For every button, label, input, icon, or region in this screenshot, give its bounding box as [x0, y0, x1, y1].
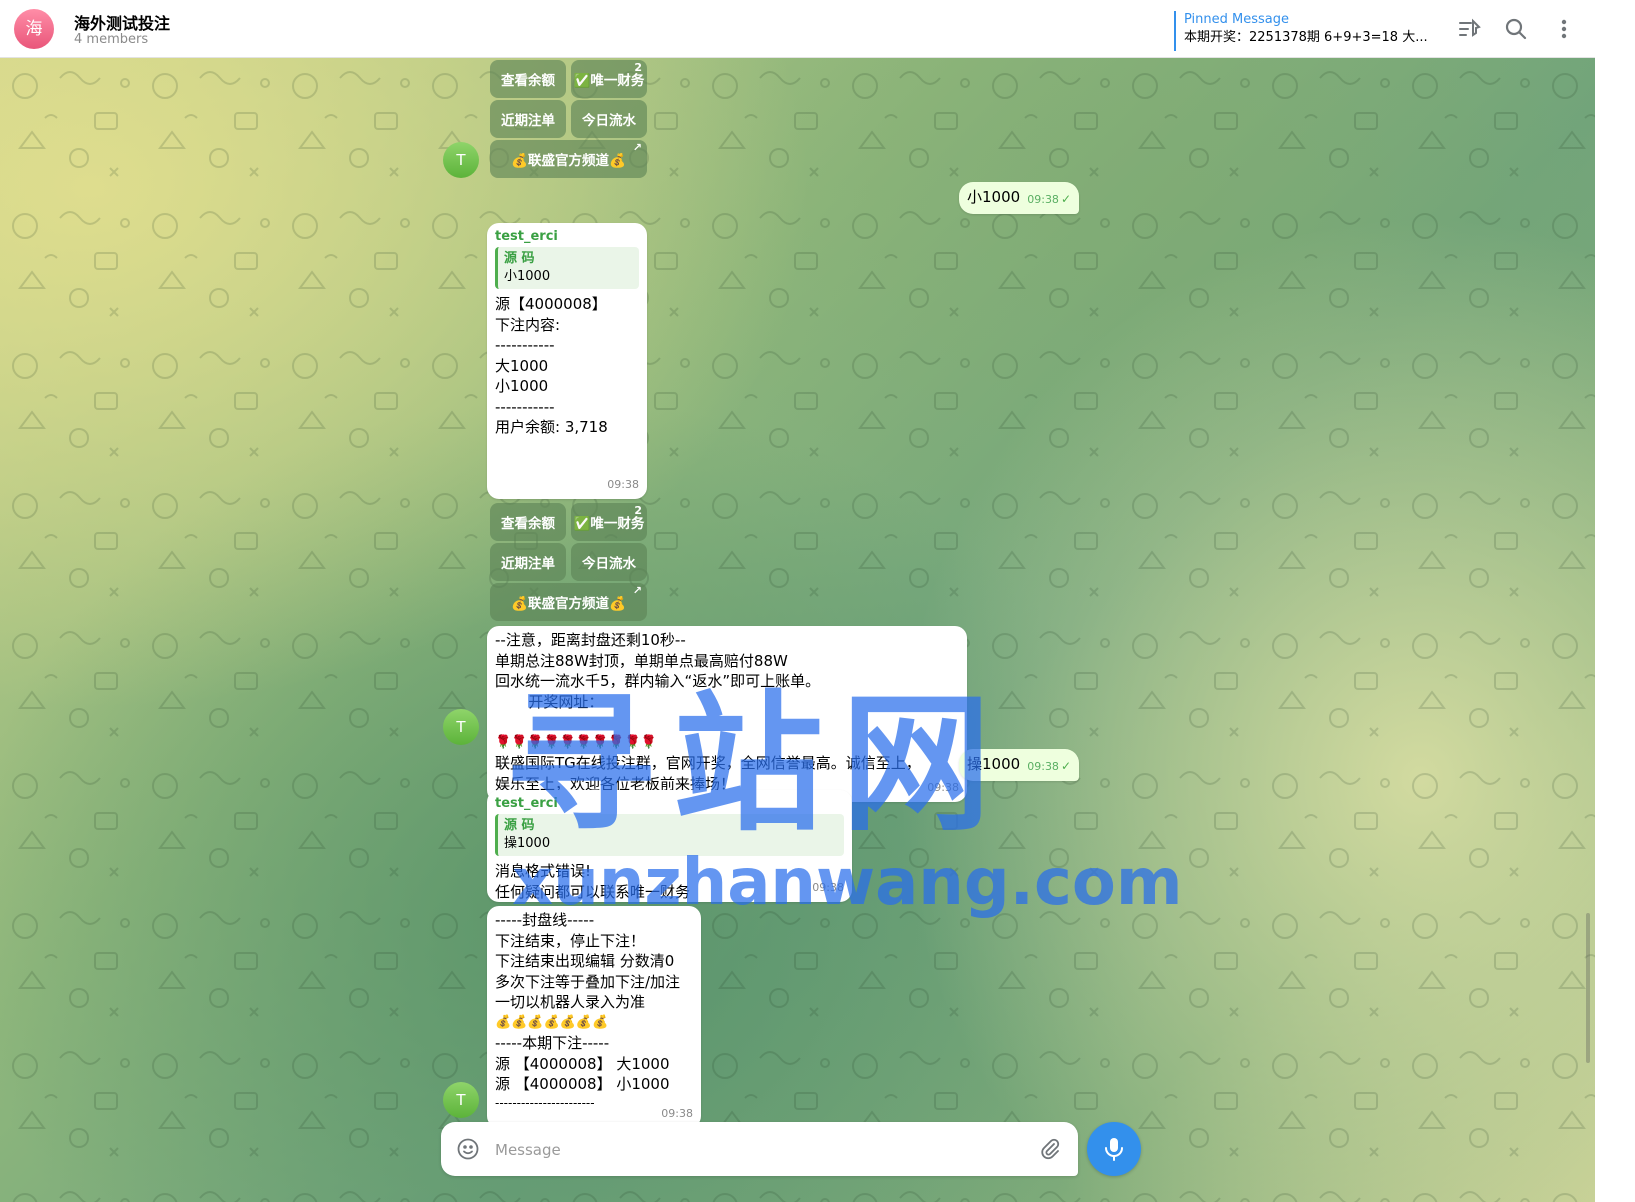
message-line: 下注结束出现编辑 分数清0 [495, 952, 675, 970]
window-edge [1595, 0, 1635, 1202]
kb2-recent-bets-button[interactable]: 近期注单 [490, 543, 566, 581]
attach-icon[interactable] [1038, 1137, 1062, 1161]
kb2-today-flow-button[interactable]: 今日流水 [571, 543, 647, 581]
kb2-finance-button[interactable]: ✅唯一财务 2 [571, 503, 647, 541]
message-text: 小1000 [967, 188, 1021, 206]
group-avatar[interactable]: 海 [14, 9, 54, 49]
pinned-message-label: Pinned Message [1184, 12, 1290, 27]
message-line: 源 【4000008】 小1000 [495, 1075, 670, 1093]
sender-name[interactable]: test_erci [495, 229, 639, 245]
moneybag-emoji-line: 💰💰💰💰💰💰💰 [495, 1014, 609, 1030]
external-link-icon: ↗ [632, 584, 642, 597]
user-avatar[interactable]: T [443, 1082, 479, 1118]
message-line: 源 【4000008】 大1000 [495, 1054, 670, 1073]
more-options-icon[interactable] [1550, 15, 1578, 43]
incoming-message[interactable]: -----封盘线----- 下注结束，停止下注！ 下注结束出现编辑 分数清0 多… [487, 906, 701, 1128]
user-avatar[interactable]: T [443, 142, 479, 178]
message-line: ----------- [495, 336, 555, 354]
message-line: 用户余额: 3,718 [495, 418, 608, 436]
message-line: 单期总注88W封顶，单期单点最高赔付88W [495, 651, 788, 670]
message-line: --注意，距离封盘还剩10秒-- [495, 631, 686, 649]
chat-scrollbar[interactable] [1586, 913, 1590, 1063]
message-line: 下注内容: [495, 315, 561, 334]
message-time: 09:38 ✓ [1027, 758, 1071, 773]
message-line: ----------- [495, 397, 555, 416]
link-icon: 2 [634, 61, 642, 74]
user-avatar[interactable]: T [443, 709, 479, 745]
incoming-message[interactable]: test_erci 源 码 小1000 源【4000008】 下注内容: ---… [487, 223, 647, 499]
message-line: 下注结束，停止下注！ [495, 931, 646, 950]
microphone-icon [1105, 1138, 1123, 1161]
pinned-list-icon[interactable] [1455, 15, 1483, 43]
kb1-channel-button[interactable]: 💰联盛官方频道💰 ↗ [490, 140, 647, 178]
message-line: -----本期下注----- [495, 1034, 610, 1052]
chat-header: 海 海外测试投注 4 members Pinned Message 本期开奖：2… [0, 0, 1595, 58]
pinned-message[interactable]: Pinned Message 本期开奖：2251378期 6+9+3=18 大.… [1174, 11, 1436, 51]
message-line: 一切以机器人录入为准 [495, 993, 646, 1011]
kb1-recent-bets-button[interactable]: 近期注单 [490, 100, 566, 138]
message-line: 小1000 [495, 377, 549, 395]
message-line: 多次下注等于叠加下注/加注 [495, 972, 681, 991]
outgoing-message[interactable]: 小1000 09:38 ✓ [959, 182, 1079, 214]
link-icon: 2 [634, 504, 642, 517]
search-icon[interactable] [1502, 15, 1530, 43]
watermark-cjk-text: 寻站网 [505, 678, 1010, 852]
voice-record-button[interactable] [1087, 1122, 1141, 1176]
message-composer [441, 1122, 1078, 1176]
reply-text: 小1000 [504, 269, 551, 284]
message-input[interactable] [493, 1134, 967, 1166]
kb1-balance-button[interactable]: 查看余额 [490, 60, 566, 98]
chat-area[interactable]: 查看余额 ✅唯一财务 2 近期注单 今日流水 💰联盛官方频道💰 ↗ T 小1000 … [0, 58, 1595, 1202]
reply-title: 源 码 [504, 251, 535, 266]
read-check-icon: ✓ [1060, 758, 1071, 773]
message-time: 09:38 [607, 477, 639, 491]
pinned-message-text: 本期开奖：2251378期 6+9+3=18 大... [1184, 30, 1428, 45]
message-time: 09:38 ✓ [1027, 191, 1071, 206]
kb2-balance-button[interactable]: 查看余额 [490, 503, 566, 541]
read-check-icon: ✓ [1060, 191, 1071, 206]
group-title[interactable]: 海外测试投注 [74, 10, 170, 34]
kb1-finance-button[interactable]: ✅唯一财务 2 [571, 60, 647, 98]
emoji-icon[interactable] [456, 1137, 480, 1161]
message-line: 源【4000008】 [495, 295, 607, 313]
member-count: 4 members [74, 32, 149, 47]
kb2-channel-button[interactable]: 💰联盛官方频道💰 ↗ [490, 583, 647, 621]
watermark-url-text: xunzhanwang.com [512, 846, 1183, 920]
reply-quote[interactable]: 源 码 小1000 [495, 247, 639, 289]
message-line: 大1000 [495, 356, 549, 375]
message-time: 09:38 [661, 1106, 693, 1120]
external-link-icon: ↗ [632, 141, 642, 154]
kb1-today-flow-button[interactable]: 今日流水 [571, 100, 647, 138]
